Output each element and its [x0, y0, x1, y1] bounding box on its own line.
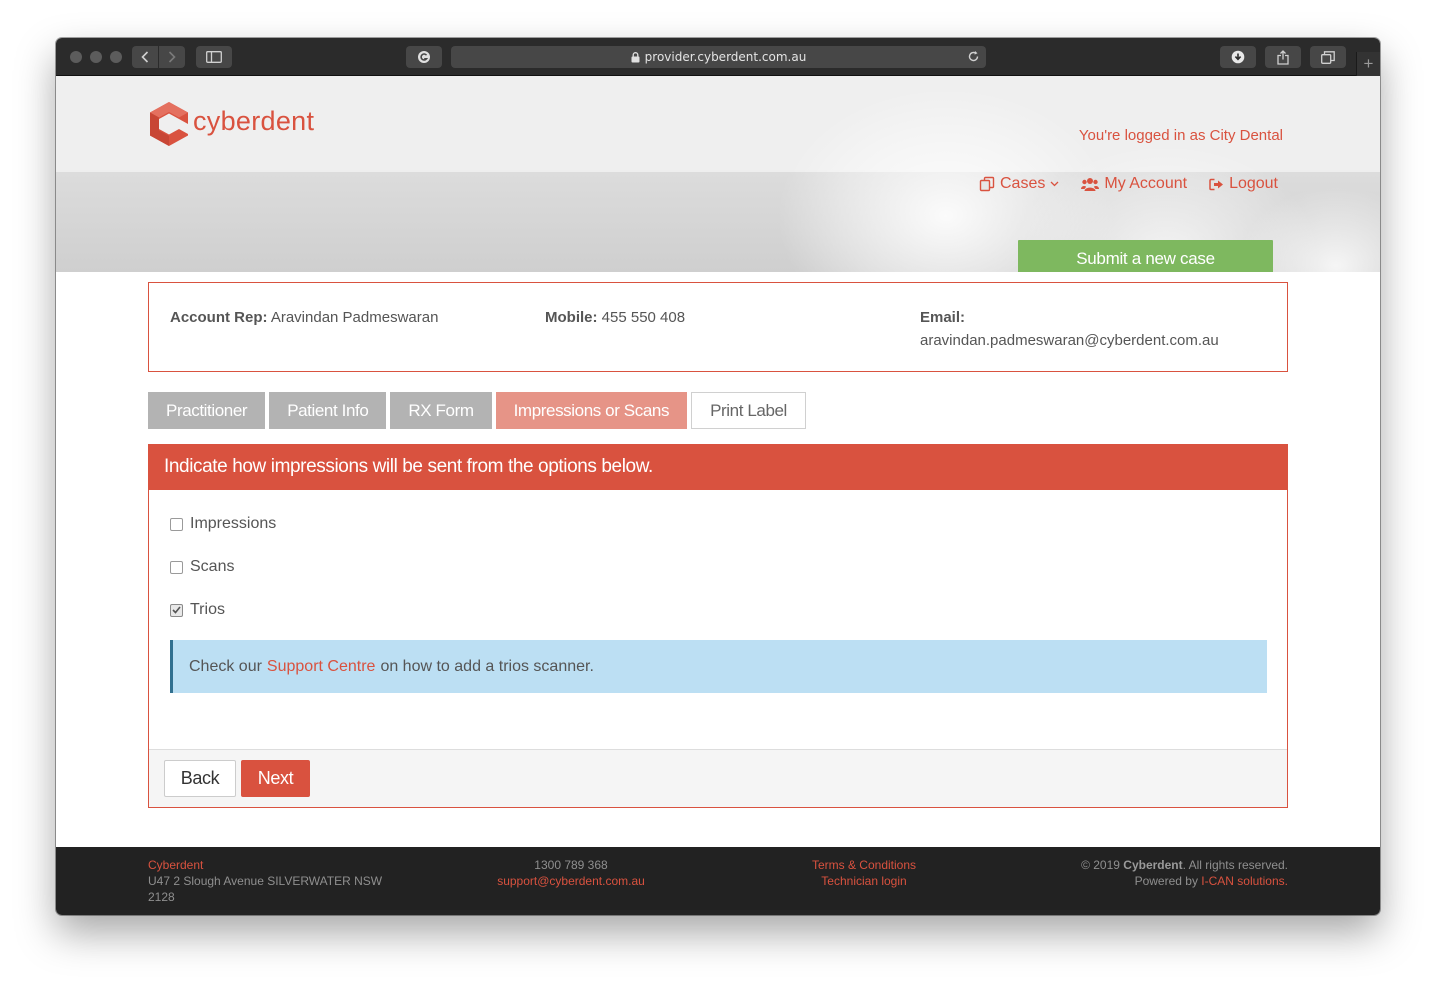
site-header: cyberdent You're logged in as City Denta… [56, 76, 1380, 272]
account-rep-value: Aravindan Padmeswaran [270, 309, 439, 326]
nav-my-account-label: My Account [1104, 175, 1188, 192]
mobile-label: Mobile: [545, 309, 598, 326]
panel-heading: Indicate how impressions will be sent fr… [148, 444, 1288, 490]
account-rep-label: Account Rep: [170, 309, 268, 326]
email-value[interactable]: aravindan.padmeswaran@cyberdent.com.au [920, 332, 1219, 349]
email-label: Email: [920, 309, 966, 326]
ican-solutions-link[interactable]: I-CAN solutions. [1201, 874, 1288, 888]
tab-practitioner[interactable]: Practitioner [148, 392, 266, 429]
scans-label: Scans [190, 558, 235, 575]
tab-patient-info[interactable]: Patient Info [269, 392, 387, 429]
share-icon[interactable] [1265, 46, 1301, 68]
footer-phone: 1300 789 368 [534, 858, 608, 872]
minimize-window-dot[interactable] [90, 51, 102, 63]
footer-address: U47 2 Slough Avenue SILVERWATER NSW 2128 [148, 874, 383, 904]
option-scans[interactable]: Scans [170, 558, 234, 576]
extension-icon[interactable] [406, 46, 442, 68]
browser-toolbar: provider.cyberdent.com.au + [56, 38, 1380, 76]
nav-logout[interactable]: Logout [1209, 175, 1278, 193]
top-navigation: Cases My Account Logout [979, 175, 1278, 193]
footer-copyright: © 2019 Cyberdent. All rights reserved. [988, 857, 1288, 873]
option-trios[interactable]: Trios [170, 601, 225, 619]
new-tab-plus-icon[interactable]: + [1356, 52, 1380, 76]
reload-icon[interactable] [967, 50, 980, 63]
cyberdent-logo[interactable]: cyberdent [148, 100, 314, 148]
impressions-panel: Indicate how impressions will be sent fr… [148, 444, 1288, 808]
chevron-down-icon [1050, 181, 1059, 187]
case-step-tabs: Practitioner Patient Info RX Form Impres… [148, 392, 806, 429]
tabs-overview-icon[interactable] [1310, 46, 1346, 68]
nav-cases[interactable]: Cases [979, 175, 1059, 193]
history-nav [132, 46, 185, 68]
downloads-icon[interactable] [1220, 46, 1256, 68]
copyright-brand: Cyberdent [1123, 858, 1183, 872]
info-suffix: on how to add a trios scanner. [380, 657, 594, 675]
zoom-window-dot[interactable] [110, 51, 122, 63]
tab-impressions-or-scans[interactable]: Impressions or Scans [495, 392, 688, 429]
footer-contact-block: 1300 789 368 support@cyberdent.com.au [456, 857, 686, 889]
nav-cases-label: Cases [1000, 175, 1046, 192]
forward-arrow-icon[interactable] [158, 46, 185, 68]
powered-prefix: Powered by [1134, 874, 1198, 888]
close-window-dot[interactable] [70, 51, 82, 63]
cube-logo-icon [150, 102, 188, 146]
footer-technician-login-link[interactable]: Technician login [766, 873, 962, 889]
account-rep: Account Rep: Aravindan Padmeswaran [170, 306, 438, 329]
footer-support-email[interactable]: support@cyberdent.com.au [456, 873, 686, 889]
footer-copyright-block: © 2019 Cyberdent. All rights reserved. P… [988, 857, 1288, 889]
account-rep-email: Email: aravindan.padmeswaran@cyberdent.c… [920, 306, 1219, 352]
login-status: You're logged in as City Dental [1078, 127, 1283, 144]
submit-new-case-button[interactable]: Submit a new case [1018, 240, 1273, 272]
option-impressions[interactable]: Impressions [170, 515, 276, 533]
mobile-value: 455 550 408 [601, 309, 686, 326]
back-arrow-icon[interactable] [132, 46, 158, 68]
lock-icon [631, 51, 640, 63]
info-prefix: Check our [189, 657, 262, 675]
site-footer: Cyberdent U47 2 Slough Avenue SILVERWATE… [56, 847, 1380, 915]
trios-checkbox[interactable] [170, 603, 183, 617]
impressions-label: Impressions [190, 515, 277, 532]
footer-company: Cyberdent [148, 858, 204, 872]
panel-footer: Back Next [149, 749, 1287, 807]
footer-powered-by: Powered by I-CAN solutions. [988, 873, 1288, 889]
tab-rx-form[interactable]: RX Form [390, 392, 492, 429]
footer-terms-link[interactable]: Terms & Conditions [766, 857, 962, 873]
sidebar-toggle-icon[interactable] [196, 46, 232, 68]
support-centre-link[interactable]: Support Centre [267, 658, 376, 676]
url-text: provider.cyberdent.com.au [644, 50, 807, 64]
back-button[interactable]: Back [164, 760, 236, 797]
logout-icon [1209, 178, 1224, 190]
scans-checkbox[interactable] [170, 560, 183, 574]
footer-links-block: Terms & Conditions Technician login [766, 857, 962, 889]
next-button[interactable]: Next [241, 760, 310, 797]
copyright-suffix: . All rights reserved. [1182, 858, 1288, 872]
users-icon [1081, 177, 1100, 191]
checkmark-icon [172, 606, 181, 614]
account-rep-box: Account Rep: Aravindan Padmeswaran Mobil… [148, 282, 1288, 372]
cases-copy-icon [979, 176, 995, 192]
trios-info-alert: Check our Support Centre on how to add a… [170, 640, 1267, 693]
tab-print-label[interactable]: Print Label [691, 392, 806, 429]
trios-label: Trios [190, 601, 225, 618]
nav-logout-label: Logout [1229, 175, 1278, 192]
browser-window: provider.cyberdent.com.au + cyberdent Yo… [56, 38, 1380, 915]
footer-address-block: Cyberdent U47 2 Slough Avenue SILVERWATE… [148, 857, 408, 905]
address-bar[interactable]: provider.cyberdent.com.au [451, 46, 986, 68]
impressions-checkbox[interactable] [170, 517, 183, 531]
account-rep-mobile: Mobile: 455 550 408 [545, 306, 685, 329]
nav-my-account[interactable]: My Account [1081, 175, 1187, 193]
logo-wordmark: cyberdent [193, 105, 315, 136]
copyright-prefix: © 2019 [1081, 858, 1120, 872]
